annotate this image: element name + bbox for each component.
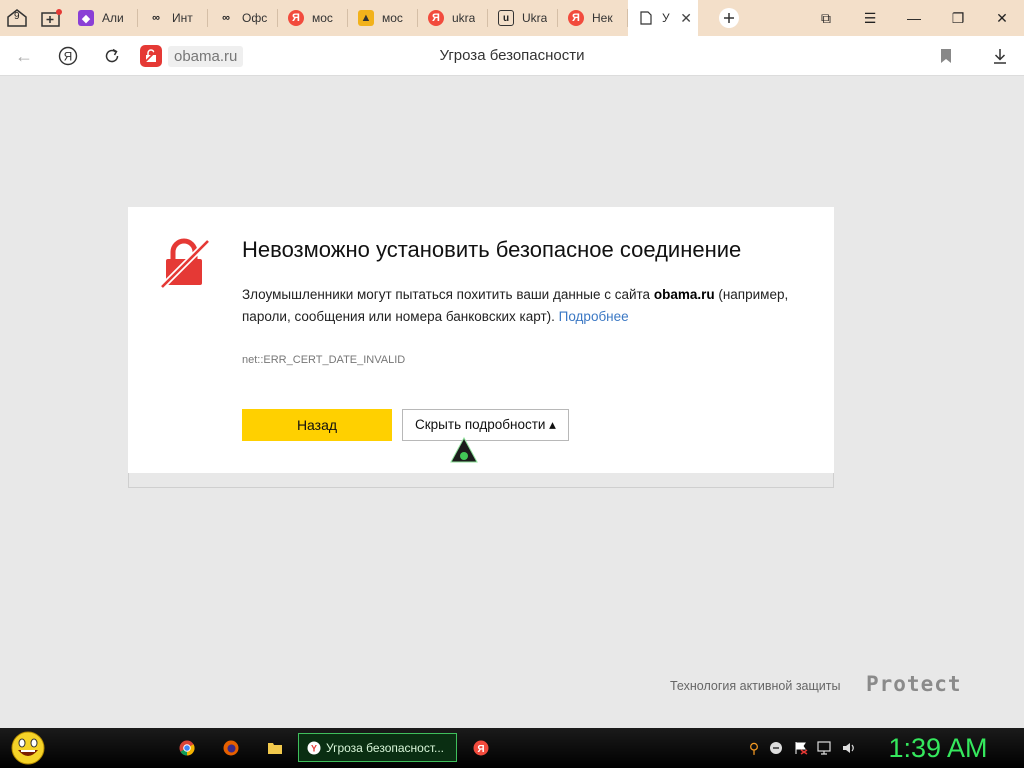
tab-3[interactable]: ∞ Офс [208,0,278,36]
tab-label: Ukra [522,11,548,25]
mouse-cursor-icon [450,437,478,463]
yandex-red-icon: Я [428,10,444,26]
tab-label: У [662,11,670,25]
tab-label: Инт [172,11,193,25]
folder-icon[interactable] [264,734,286,762]
collections-icon[interactable]: ⧉ [804,10,848,27]
tab-label: мос [312,11,333,25]
error-description: Злоумышленники могут пытаться похитить в… [242,284,812,328]
tab-6[interactable]: Я ukra [418,0,488,36]
tab-label: Офс [242,11,268,25]
taskbar-active-window[interactable]: Y Угроза безопасност... [298,733,457,762]
yandex-home-icon[interactable]: Я [48,36,88,76]
chrome-icon[interactable] [176,734,198,762]
broken-lock-icon [160,238,211,289]
yandex-browser-icon: Y [307,741,321,754]
taskbar: Y Угроза безопасност... Я ⚲ 1:39 AM [0,728,1024,768]
yandex-red-icon: Я [568,10,584,26]
taskbar-window-title: Угроза безопасност... [326,740,445,755]
tab-count: 9 [14,11,20,22]
yandex-infinity-icon: ∞ [222,12,230,24]
restore-icon[interactable]: ❐ [936,10,980,27]
menu-icon[interactable]: ☰ [848,10,892,27]
url-field[interactable]: obama.ru [140,45,244,67]
chat-icon[interactable] [768,740,784,756]
yandex-infinity-icon: ∞ [152,12,160,24]
tab-5[interactable]: ▲ мос [348,0,418,36]
tab-strip: 9 ◆ Али ∞ Инт ∞ Офс Я мос ▲ мос Я ukra u… [0,0,1024,36]
tab-label: Нек [592,11,613,25]
tab-label: мос [382,11,403,25]
tab-label: Али [102,11,124,25]
download-icon[interactable] [980,36,1020,76]
new-tab-button[interactable] [712,0,746,36]
search-icon[interactable]: ⚲ [746,740,762,756]
svg-text:Я: Я [64,50,73,64]
error-code: net::ERR_CERT_DATE_INVALID [242,354,406,366]
yandex-red-icon: Я [288,10,304,26]
minimize-icon[interactable]: — [892,10,936,26]
tab-8[interactable]: Я Нек [558,0,628,36]
window-controls: ⧉ ☰ — ❐ ✕ [804,0,1024,36]
volume-icon[interactable] [841,740,857,756]
page-icon [638,10,654,26]
flag-icon[interactable] [793,740,809,756]
desc-domain: obama.ru [653,287,715,302]
protect-logo: Protect [866,672,962,696]
reload-icon[interactable] [92,36,132,76]
hide-details-button[interactable]: Скрыть подробности ▴ [402,409,569,441]
tab-count-button[interactable]: 9 [0,0,34,36]
tab-4[interactable]: Я мос [278,0,348,36]
protect-caption: Технология активной защиты [670,679,841,693]
bookmark-icon[interactable] [926,36,966,76]
smiley-icon [11,731,45,765]
svg-text:Я: Я [477,744,484,755]
yandex-icon[interactable]: Я [470,734,492,762]
close-tab-icon[interactable]: ✕ [680,10,692,27]
folder-plus-icon [41,9,62,27]
firefox-icon[interactable] [220,734,242,762]
tab-7[interactable]: u Ukra [488,0,558,36]
image-icon: ▲ [358,10,374,26]
back-nav-icon[interactable]: ← [4,36,44,76]
network-icon[interactable] [817,740,833,756]
error-heading: Невозможно установить безопасное соедине… [242,237,742,262]
broken-lock-icon[interactable] [140,45,162,67]
tab-label: ukra [452,11,476,25]
url-domain: obama.ru [168,45,244,67]
address-bar: Угроза безопасности ← Я obama.ru [0,36,1024,76]
more-link[interactable]: Подробнее [559,309,629,324]
tab-1[interactable]: ◆ Али [68,0,138,36]
new-tab-group-button[interactable] [34,0,68,36]
svg-text:Y: Y [311,743,317,753]
uk-logo-icon: u [498,10,514,26]
taskbar-clock[interactable]: 1:39 AM [880,730,996,766]
start-button[interactable] [8,730,48,766]
close-window-icon[interactable]: ✕ [980,10,1024,27]
purple-app-icon: ◆ [78,10,94,26]
desc-text-1: Злоумышленники могут пытаться похитить в… [242,287,654,302]
back-button[interactable]: Назад [242,409,392,441]
plus-icon [719,8,739,28]
card-bottom-border [128,473,834,488]
tab-active[interactable]: У ✕ [628,0,698,36]
tab-2[interactable]: ∞ Инт [138,0,208,36]
